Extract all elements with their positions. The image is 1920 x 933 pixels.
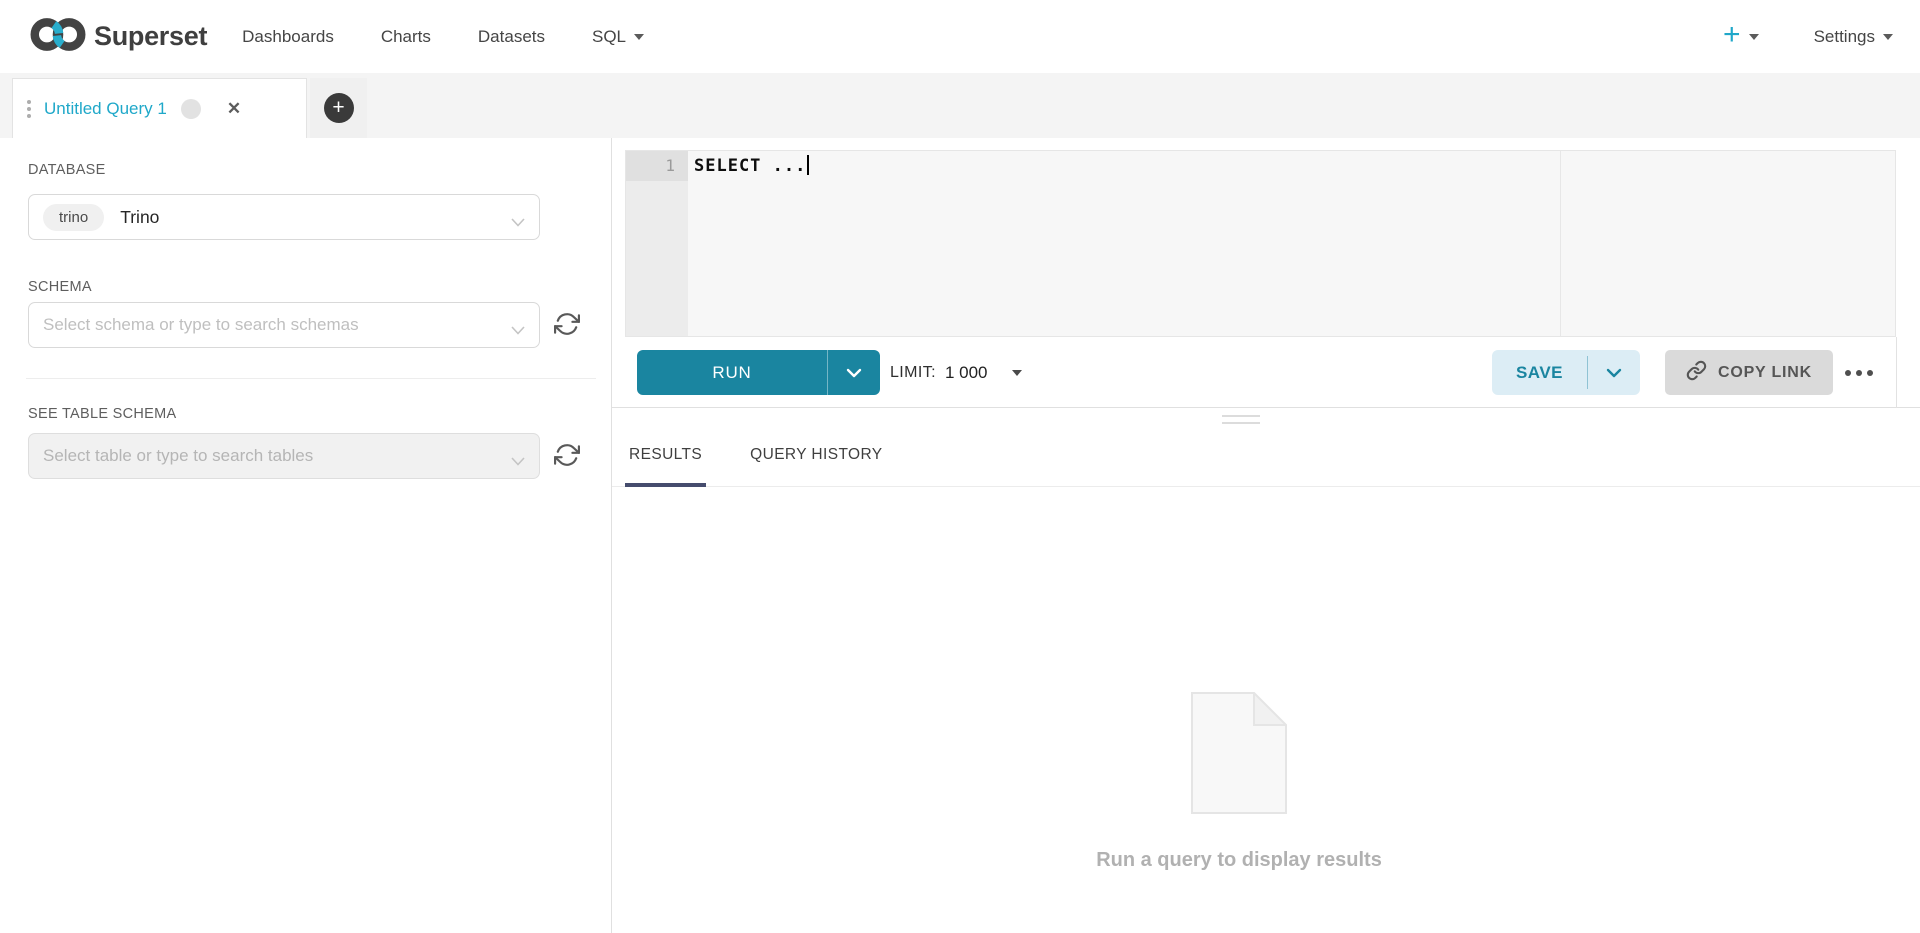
query-tab[interactable]: Untitled Query 1 ✕ bbox=[12, 78, 307, 138]
editor-gutter: 1 bbox=[626, 151, 688, 336]
refresh-schemas-icon[interactable] bbox=[551, 308, 583, 340]
caret-down-icon bbox=[1012, 370, 1022, 376]
tab-results[interactable]: RESULTS bbox=[625, 423, 706, 486]
sql-lab-left-panel: DATABASE trino Trino SCHEMA Select schem… bbox=[0, 138, 612, 933]
database-select-value: Trino bbox=[120, 207, 159, 228]
more-options-icon[interactable] bbox=[1845, 350, 1873, 395]
sql-code-line[interactable]: SELECT ... bbox=[688, 151, 809, 181]
plus-icon: + bbox=[324, 93, 354, 123]
link-icon bbox=[1686, 360, 1707, 386]
chevron-down-icon bbox=[511, 322, 525, 340]
refresh-tables-icon[interactable] bbox=[551, 439, 583, 471]
empty-results-message: Run a query to display results bbox=[612, 849, 1866, 872]
chevron-down-icon bbox=[511, 214, 525, 232]
run-label: RUN bbox=[637, 350, 827, 395]
tab-title: Untitled Query 1 bbox=[44, 99, 167, 119]
table-select[interactable]: Select table or type to search tables bbox=[28, 433, 540, 479]
limit-dropdown[interactable]: LIMIT: 1 000 bbox=[890, 350, 1022, 395]
brand-name: Superset bbox=[94, 21, 207, 52]
save-label: SAVE bbox=[1492, 350, 1587, 395]
run-options-button[interactable] bbox=[828, 350, 880, 395]
settings-label: Settings bbox=[1814, 27, 1875, 47]
chevron-down-icon bbox=[1749, 34, 1759, 40]
close-tab-icon[interactable]: ✕ bbox=[227, 100, 241, 117]
results-pane: RESULTS QUERY HISTORY Run a query to dis… bbox=[612, 408, 1920, 933]
run-query-button[interactable]: RUN bbox=[637, 350, 880, 395]
database-label: DATABASE bbox=[28, 162, 106, 178]
chevron-down-icon bbox=[634, 34, 644, 40]
table-select-placeholder: Select table or type to search tables bbox=[43, 446, 313, 466]
limit-value: 1 000 bbox=[945, 363, 988, 383]
database-engine-badge: trino bbox=[43, 204, 104, 231]
nav-sql-label: SQL bbox=[592, 27, 626, 47]
copy-link-label: COPY LINK bbox=[1718, 364, 1812, 382]
editor-pane: 1 SELECT ... RUN LIMIT: 1 000 SAVE bbox=[612, 138, 1920, 408]
main-nav: Dashboards Charts Datasets SQL bbox=[242, 27, 644, 47]
nav-charts[interactable]: Charts bbox=[381, 27, 431, 47]
nav-datasets[interactable]: Datasets bbox=[478, 27, 545, 47]
nav-sql[interactable]: SQL bbox=[592, 27, 644, 47]
plus-icon: + bbox=[1723, 20, 1741, 50]
new-query-tab-button[interactable]: + bbox=[310, 78, 367, 138]
empty-results-state: Run a query to display results bbox=[612, 692, 1866, 872]
schema-label: SCHEMA bbox=[28, 279, 92, 295]
schema-select-placeholder: Select schema or type to search schemas bbox=[43, 315, 359, 335]
text-cursor bbox=[807, 155, 809, 175]
table-schema-label: SEE TABLE SCHEMA bbox=[28, 406, 177, 422]
results-tabs: RESULTS QUERY HISTORY bbox=[612, 408, 1920, 487]
sql-code-editor[interactable]: 1 SELECT ... bbox=[625, 150, 1896, 337]
chevron-down-icon bbox=[1883, 34, 1893, 40]
infinity-logo-icon bbox=[30, 17, 86, 57]
schema-select[interactable]: Select schema or type to search schemas bbox=[28, 302, 540, 348]
save-query-button[interactable]: SAVE bbox=[1492, 350, 1640, 395]
copy-link-button[interactable]: COPY LINK bbox=[1665, 350, 1833, 395]
query-tab-bar: Untitled Query 1 ✕ + bbox=[0, 73, 1920, 138]
app-header: Superset Dashboards Charts Datasets SQL … bbox=[0, 0, 1920, 73]
superset-logo[interactable]: Superset bbox=[30, 17, 207, 57]
database-select[interactable]: trino Trino bbox=[28, 194, 540, 240]
tab-query-history[interactable]: QUERY HISTORY bbox=[746, 423, 886, 486]
nav-dashboards[interactable]: Dashboards bbox=[242, 27, 334, 47]
panel-divider bbox=[26, 378, 596, 379]
print-margin-line bbox=[1560, 151, 1561, 336]
query-status-dot bbox=[181, 99, 201, 119]
header-right: + Settings bbox=[1723, 24, 1893, 50]
sql-lab-main: 1 SELECT ... RUN LIMIT: 1 000 SAVE bbox=[612, 138, 1920, 933]
limit-label: LIMIT: bbox=[890, 364, 936, 382]
save-options-button[interactable] bbox=[1588, 350, 1640, 395]
chevron-down-icon bbox=[511, 453, 525, 471]
tab-drag-handle-icon[interactable] bbox=[27, 100, 31, 118]
new-item-button[interactable]: + bbox=[1723, 24, 1759, 50]
document-icon bbox=[1191, 801, 1287, 818]
settings-menu[interactable]: Settings bbox=[1814, 27, 1893, 47]
sql-code-text: SELECT ... bbox=[694, 156, 806, 176]
line-number: 1 bbox=[626, 151, 688, 181]
